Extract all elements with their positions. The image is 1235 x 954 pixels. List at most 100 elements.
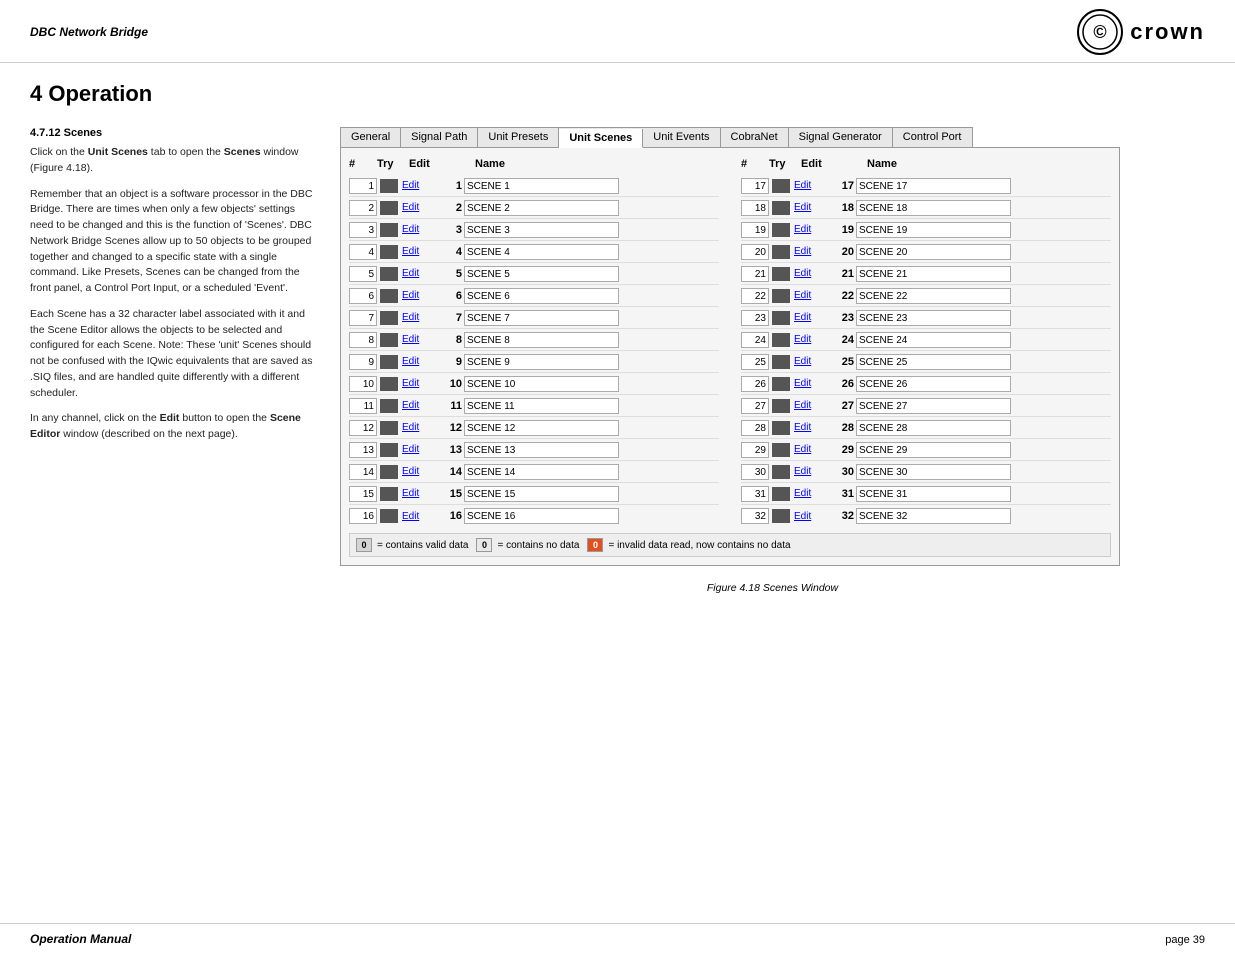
scene-try-cell[interactable]: [772, 377, 790, 391]
scene-try-cell[interactable]: [380, 509, 398, 523]
scene-try-cell[interactable]: [772, 245, 790, 259]
scene-edit-button[interactable]: Edit: [794, 488, 830, 499]
scene-try-cell[interactable]: [380, 179, 398, 193]
scene-try-cell[interactable]: [380, 421, 398, 435]
scene-try-cell[interactable]: [380, 245, 398, 259]
scene-name-input[interactable]: SCENE 22: [856, 288, 1011, 304]
scene-edit-button[interactable]: Edit: [402, 246, 438, 257]
scene-edit-button[interactable]: Edit: [794, 268, 830, 279]
scene-name-input[interactable]: SCENE 9: [464, 354, 619, 370]
scene-try-cell[interactable]: [772, 355, 790, 369]
scene-edit-button[interactable]: Edit: [402, 356, 438, 367]
scene-try-cell[interactable]: [380, 443, 398, 457]
scene-edit-button[interactable]: Edit: [402, 290, 438, 301]
scene-try-cell[interactable]: [380, 355, 398, 369]
scene-name-input[interactable]: SCENE 5: [464, 266, 619, 282]
scene-edit-button[interactable]: Edit: [794, 334, 830, 345]
scene-name-input[interactable]: SCENE 3: [464, 222, 619, 238]
scene-try-cell[interactable]: [772, 201, 790, 215]
scene-name-input[interactable]: SCENE 13: [464, 442, 619, 458]
scene-try-cell[interactable]: [772, 223, 790, 237]
scene-name-input[interactable]: SCENE 20: [856, 244, 1011, 260]
scene-name-input[interactable]: SCENE 17: [856, 178, 1011, 194]
scene-name-input[interactable]: SCENE 30: [856, 464, 1011, 480]
scene-edit-button[interactable]: Edit: [402, 488, 438, 499]
scene-name-input[interactable]: SCENE 26: [856, 376, 1011, 392]
scene-name-input[interactable]: SCENE 21: [856, 266, 1011, 282]
scene-name-input[interactable]: SCENE 27: [856, 398, 1011, 414]
scene-edit-button[interactable]: Edit: [794, 444, 830, 455]
scene-edit-button[interactable]: Edit: [402, 400, 438, 411]
scene-try-cell[interactable]: [772, 509, 790, 523]
scene-edit-button[interactable]: Edit: [794, 224, 830, 235]
scene-name-input[interactable]: SCENE 7: [464, 310, 619, 326]
scene-try-cell[interactable]: [380, 333, 398, 347]
scene-edit-button[interactable]: Edit: [402, 466, 438, 477]
tab-unit-scenes[interactable]: Unit Scenes: [559, 129, 643, 148]
scene-edit-button[interactable]: Edit: [794, 466, 830, 477]
scene-name-input[interactable]: SCENE 14: [464, 464, 619, 480]
scene-try-cell[interactable]: [772, 421, 790, 435]
scene-edit-button[interactable]: Edit: [794, 378, 830, 389]
tab-unit-presets[interactable]: Unit Presets: [478, 128, 559, 147]
scene-try-cell[interactable]: [772, 443, 790, 457]
scene-try-cell[interactable]: [380, 289, 398, 303]
scene-edit-button[interactable]: Edit: [402, 334, 438, 345]
scene-try-cell[interactable]: [772, 465, 790, 479]
tab-control-port[interactable]: Control Port: [893, 128, 972, 147]
scene-name-input[interactable]: SCENE 32: [856, 508, 1011, 524]
scene-edit-button[interactable]: Edit: [402, 202, 438, 213]
scene-name-input[interactable]: SCENE 1: [464, 178, 619, 194]
scene-name-input[interactable]: SCENE 10: [464, 376, 619, 392]
scene-edit-button[interactable]: Edit: [794, 400, 830, 411]
scene-edit-button[interactable]: Edit: [794, 422, 830, 433]
scene-name-input[interactable]: SCENE 15: [464, 486, 619, 502]
scene-try-cell[interactable]: [772, 267, 790, 281]
scene-try-cell[interactable]: [772, 333, 790, 347]
tab-cobranet[interactable]: CobraNet: [721, 128, 789, 147]
scene-edit-button[interactable]: Edit: [402, 180, 438, 191]
scene-try-cell[interactable]: [380, 311, 398, 325]
scene-try-cell[interactable]: [380, 223, 398, 237]
scene-edit-button[interactable]: Edit: [402, 312, 438, 323]
scene-try-cell[interactable]: [380, 377, 398, 391]
scene-edit-button[interactable]: Edit: [794, 180, 830, 191]
scene-try-cell[interactable]: [772, 399, 790, 413]
scene-try-cell[interactable]: [380, 201, 398, 215]
scene-edit-button[interactable]: Edit: [402, 444, 438, 455]
scene-edit-button[interactable]: Edit: [794, 356, 830, 367]
scene-name-input[interactable]: SCENE 8: [464, 332, 619, 348]
scene-try-cell[interactable]: [380, 399, 398, 413]
scene-name-input[interactable]: SCENE 28: [856, 420, 1011, 436]
scene-edit-button[interactable]: Edit: [402, 378, 438, 389]
scene-name-input[interactable]: SCENE 18: [856, 200, 1011, 216]
scene-edit-button[interactable]: Edit: [794, 202, 830, 213]
scene-name-input[interactable]: SCENE 12: [464, 420, 619, 436]
tab-signal-generator[interactable]: Signal Generator: [789, 128, 893, 147]
scene-try-cell[interactable]: [380, 487, 398, 501]
scene-try-cell[interactable]: [380, 267, 398, 281]
scene-name-input[interactable]: SCENE 29: [856, 442, 1011, 458]
scene-try-cell[interactable]: [772, 179, 790, 193]
scene-name-input[interactable]: SCENE 11: [464, 398, 619, 414]
scene-edit-button[interactable]: Edit: [794, 246, 830, 257]
scene-try-cell[interactable]: [380, 465, 398, 479]
scene-name-input[interactable]: SCENE 2: [464, 200, 619, 216]
scene-name-input[interactable]: SCENE 19: [856, 222, 1011, 238]
scene-name-input[interactable]: SCENE 6: [464, 288, 619, 304]
scene-edit-button[interactable]: Edit: [794, 511, 830, 522]
scene-edit-button[interactable]: Edit: [794, 290, 830, 301]
scene-try-cell[interactable]: [772, 289, 790, 303]
scene-name-input[interactable]: SCENE 23: [856, 310, 1011, 326]
scene-name-input[interactable]: SCENE 25: [856, 354, 1011, 370]
tab-unit-events[interactable]: Unit Events: [643, 128, 720, 147]
tab-general[interactable]: General: [341, 128, 401, 147]
scene-edit-button[interactable]: Edit: [402, 268, 438, 279]
scene-name-input[interactable]: SCENE 16: [464, 508, 619, 524]
scene-try-cell[interactable]: [772, 487, 790, 501]
scene-edit-button[interactable]: Edit: [402, 224, 438, 235]
scene-name-input[interactable]: SCENE 4: [464, 244, 619, 260]
scene-name-input[interactable]: SCENE 31: [856, 486, 1011, 502]
scene-edit-button[interactable]: Edit: [794, 312, 830, 323]
scene-try-cell[interactable]: [772, 311, 790, 325]
